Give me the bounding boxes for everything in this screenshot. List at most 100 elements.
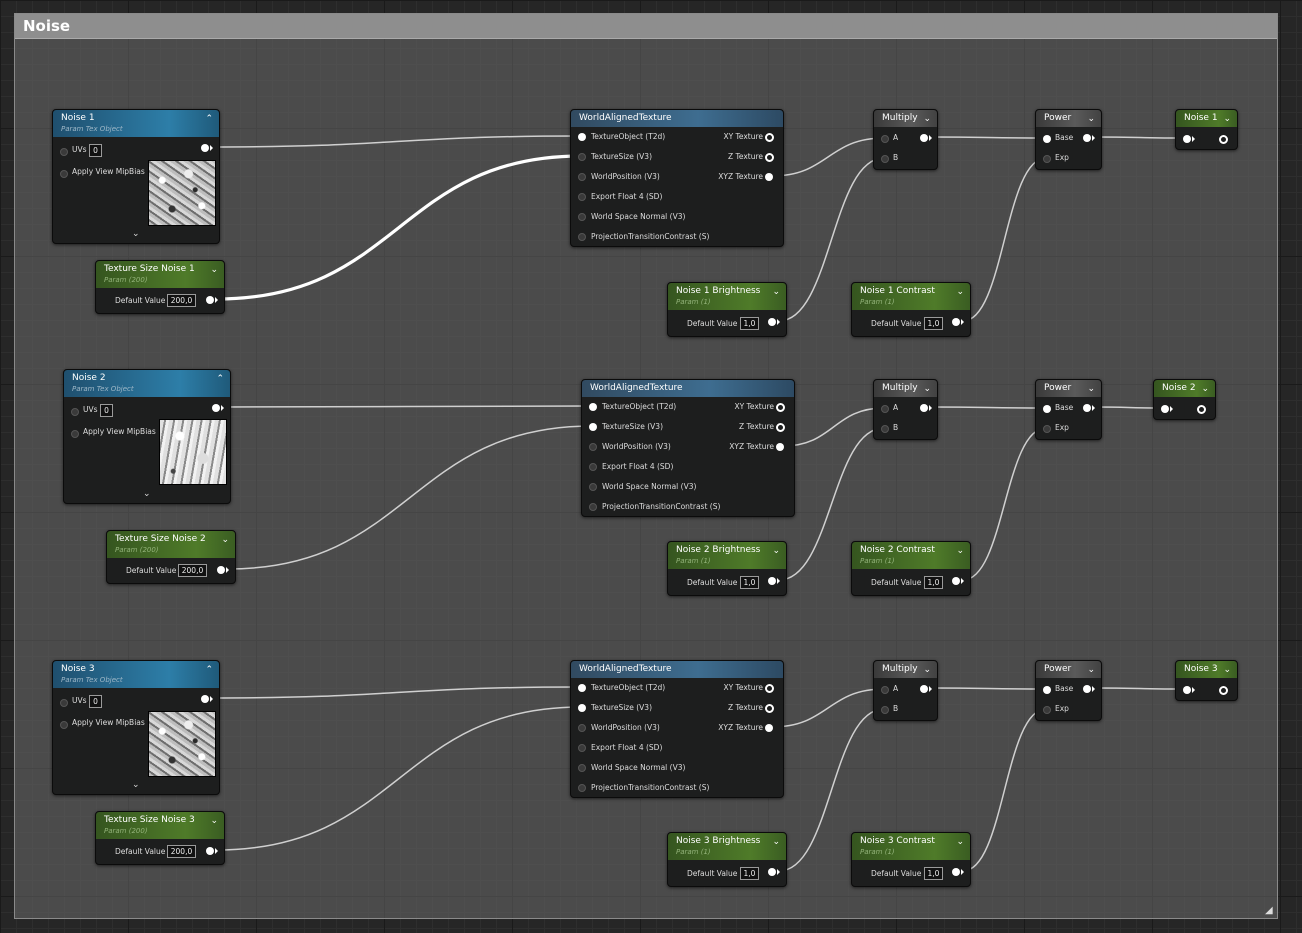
default-value-field[interactable]: 200,0 <box>178 564 207 577</box>
output-pin[interactable] <box>1197 405 1206 414</box>
wat-input-pin[interactable] <box>589 463 597 471</box>
multiply-output-pin[interactable] <box>920 404 928 412</box>
contrast-param-node[interactable]: Noise 3 Contrast Param (1) ⌄ Default Value 1… <box>851 832 971 887</box>
wat-output-pin[interactable] <box>776 403 785 412</box>
wat-input-pin[interactable] <box>589 483 597 491</box>
power-exp-pin[interactable] <box>1043 706 1051 714</box>
uvs-pin[interactable] <box>60 148 68 156</box>
texture-size-node[interactable]: Texture Size Noise 2 Param (200) ⌄ Default … <box>106 530 236 584</box>
wat-input-pin[interactable] <box>578 153 586 161</box>
connection-wire[interactable] <box>1092 687 1187 690</box>
wat-output-pin[interactable] <box>765 133 774 142</box>
chevron-down-icon[interactable]: ⌃ <box>216 374 224 384</box>
brightness-output-pin[interactable] <box>768 577 776 585</box>
wat-output-pin[interactable] <box>765 153 774 162</box>
power-node[interactable]: Power ⌄ Base Exp <box>1035 660 1102 721</box>
tex-node-header[interactable]: Noise 2 Param Tex Object ⌃ <box>64 370 230 397</box>
wat-input-pin[interactable] <box>578 193 586 201</box>
contrast-output-pin[interactable] <box>952 577 960 585</box>
world-aligned-texture-node[interactable]: WorldAlignedTexture TextureObject (T2d) Te… <box>570 660 784 798</box>
chevron-down-icon[interactable]: ⌄ <box>1087 384 1095 394</box>
chevron-down-icon[interactable]: ⌄ <box>772 287 780 297</box>
wat-output-pin[interactable] <box>765 173 773 181</box>
power-output-pin[interactable] <box>1083 404 1091 412</box>
chevron-down-icon[interactable]: ⌄ <box>772 546 780 556</box>
chevron-down-icon[interactable]: ⌄ <box>1201 384 1209 394</box>
wat-node-header[interactable]: WorldAlignedTexture <box>582 380 794 397</box>
wat-input-pin[interactable] <box>578 784 586 792</box>
wat-input-pin[interactable] <box>589 403 597 411</box>
output-node[interactable]: Noise 2 ⌄ <box>1153 379 1216 420</box>
size-output-pin[interactable] <box>206 847 214 855</box>
wat-output-pin[interactable] <box>765 684 774 693</box>
wat-input-pin[interactable] <box>578 213 586 221</box>
wat-input-pin[interactable] <box>589 423 597 431</box>
chevron-down-icon[interactable]: ⌄ <box>956 546 964 556</box>
wat-input-pin[interactable] <box>578 684 586 692</box>
brightness-param-node[interactable]: Noise 1 Brightness Param (1) ⌄ Default Valu… <box>667 282 787 337</box>
connection-wire[interactable] <box>929 687 1047 690</box>
wat-input-pin[interactable] <box>578 233 586 241</box>
chevron-down-icon[interactable]: ⌄ <box>923 384 931 394</box>
mip-bias-pin[interactable] <box>71 430 79 438</box>
default-value-field[interactable]: 1,0 <box>924 867 943 880</box>
connection-wire[interactable] <box>929 136 1047 139</box>
chevron-down-icon[interactable]: ⌄ <box>210 265 218 275</box>
connection-wire[interactable] <box>929 406 1047 409</box>
output-node-header[interactable]: Noise 2 ⌄ <box>1154 380 1215 397</box>
texture-output-pin[interactable] <box>201 695 209 703</box>
chevron-down-icon[interactable]: ⌄ <box>1087 114 1095 124</box>
wat-input-pin[interactable] <box>578 173 586 181</box>
power-node-header[interactable]: Power ⌄ <box>1036 661 1101 678</box>
chevron-down-icon[interactable]: ⌄ <box>210 816 218 826</box>
expand-chevron-icon[interactable]: ⌄ <box>132 780 140 790</box>
connection-wire[interactable] <box>771 688 885 728</box>
mip-bias-pin[interactable] <box>60 721 68 729</box>
brightness-param-node[interactable]: Noise 3 Brightness Param (1) ⌄ Default Valu… <box>667 832 787 887</box>
brightness-node-header[interactable]: Noise 1 Brightness Param (1) ⌄ <box>668 283 786 310</box>
tex-node-header[interactable]: Noise 1 Param Tex Object ⌃ <box>53 110 219 137</box>
wat-output-pin[interactable] <box>776 443 784 451</box>
output-pin[interactable] <box>1219 686 1228 695</box>
wat-input-pin[interactable] <box>578 724 586 732</box>
connection-wire[interactable] <box>211 135 582 148</box>
multiply-output-pin[interactable] <box>920 134 928 142</box>
brightness-output-pin[interactable] <box>768 868 776 876</box>
expand-chevron-icon[interactable]: ⌄ <box>132 229 140 239</box>
power-base-pin[interactable] <box>1043 405 1051 413</box>
chevron-down-icon[interactable]: ⌃ <box>205 665 213 675</box>
default-value-field[interactable]: 1,0 <box>740 867 759 880</box>
texture-size-node[interactable]: Texture Size Noise 1 Param (200) ⌄ Default … <box>95 260 225 314</box>
default-value-field[interactable]: 1,0 <box>740 317 759 330</box>
connection-wire[interactable] <box>962 708 1047 872</box>
wat-input-pin[interactable] <box>589 503 597 511</box>
output-node[interactable]: Noise 3 ⌄ <box>1175 660 1238 701</box>
multiply-node-header[interactable]: Multiply ⌄ <box>874 380 937 397</box>
brightness-param-node[interactable]: Noise 2 Brightness Param (1) ⌄ Default Valu… <box>667 541 787 596</box>
wat-input-pin[interactable] <box>578 704 586 712</box>
mip-bias-pin[interactable] <box>60 170 68 178</box>
connection-wire[interactable] <box>211 686 582 699</box>
wat-node-header[interactable]: WorldAlignedTexture <box>571 661 783 678</box>
power-base-pin[interactable] <box>1043 686 1051 694</box>
chevron-down-icon[interactable]: ⌄ <box>1223 665 1231 675</box>
chevron-down-icon[interactable]: ⌄ <box>1223 114 1231 124</box>
default-value-field[interactable]: 1,0 <box>924 317 943 330</box>
power-base-pin[interactable] <box>1043 135 1051 143</box>
connection-wire[interactable] <box>216 154 582 301</box>
output-input-pin[interactable] <box>1161 405 1169 413</box>
multiply-node[interactable]: Multiply ⌄ A B <box>873 109 938 170</box>
connection-wire[interactable] <box>216 706 582 851</box>
power-node[interactable]: Power ⌄ Base Exp <box>1035 109 1102 170</box>
power-exp-pin[interactable] <box>1043 425 1051 433</box>
contrast-param-node[interactable]: Noise 2 Contrast Param (1) ⌄ Default Value 1… <box>851 541 971 596</box>
texture-output-pin[interactable] <box>212 404 220 412</box>
chevron-down-icon[interactable]: ⌄ <box>956 837 964 847</box>
multiply-a-pin[interactable] <box>881 686 889 694</box>
size-node-header[interactable]: Texture Size Noise 2 Param (200) ⌄ <box>107 531 235 558</box>
default-value-field[interactable]: 1,0 <box>740 576 759 589</box>
wat-output-pin[interactable] <box>765 724 773 732</box>
connection-wire[interactable] <box>962 427 1047 581</box>
brightness-node-header[interactable]: Noise 3 Brightness Param (1) ⌄ <box>668 833 786 860</box>
multiply-a-pin[interactable] <box>881 135 889 143</box>
